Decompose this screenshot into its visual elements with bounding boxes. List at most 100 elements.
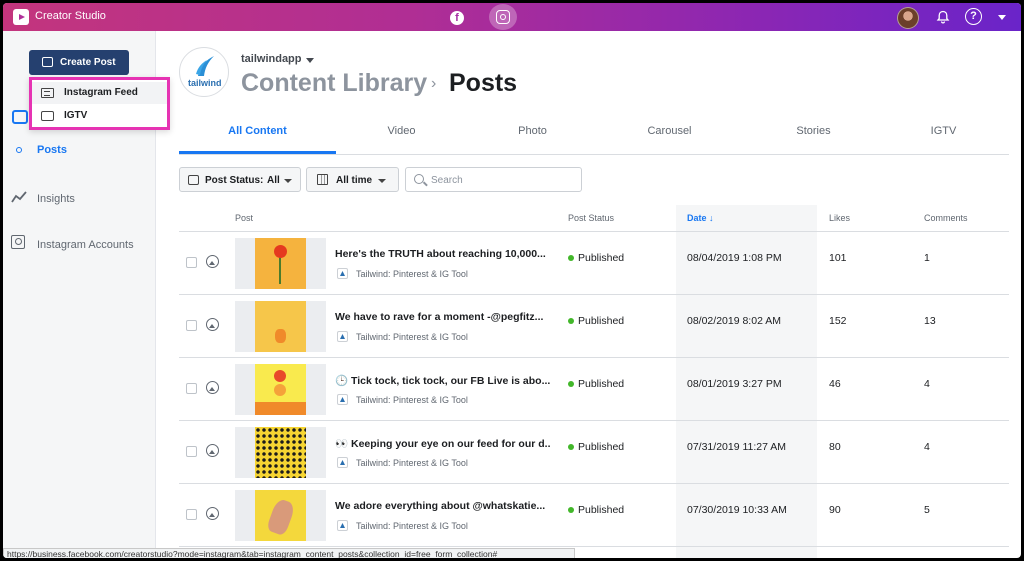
post-status: Published [578,441,625,453]
sidebar-item-posts[interactable]: Posts [3,139,156,163]
post-thumbnail[interactable] [235,427,326,478]
menu-item-instagram-feed[interactable]: Instagram Feed [32,82,167,104]
search-box [405,167,582,192]
help-icon[interactable]: ? [965,8,982,25]
filter-value: All time [336,175,373,186]
post-status: Published [578,504,625,516]
bell-icon[interactable] [936,10,950,24]
app-title: Creator Studio [35,10,106,22]
post-title[interactable]: 👀 Keeping your eye on our feed for our d… [335,437,550,450]
status-dot-icon [568,255,574,261]
post-source: Tailwind: Pinterest & IG Tool [356,395,468,405]
create-post-button[interactable]: Create Post [29,50,129,75]
post-thumbnail[interactable] [235,364,326,415]
feed-icon [41,88,54,98]
tab-igtv[interactable]: IGTV [878,125,1009,137]
photo-icon [206,318,219,331]
post-comments: 13 [924,315,936,327]
post-comments: 5 [924,504,930,516]
sidebar-item-label: Posts [37,144,67,156]
create-post-label: Create Post [60,57,116,68]
column-header-date[interactable]: Date ↓ [687,213,714,223]
creator-studio-logo-icon [13,9,29,25]
table-row[interactable]: Here's the TRUTH about reaching 10,000..… [179,232,1009,295]
avatar[interactable] [897,7,919,29]
row-checkbox[interactable] [186,383,197,394]
photo-icon [206,381,219,394]
instagram-icon [496,10,510,24]
post-source: Tailwind: Pinterest & IG Tool [356,458,468,468]
thumbnail-image [255,427,306,478]
post-date: 08/02/2019 8:02 AM [687,315,781,327]
post-status: Published [578,252,625,264]
post-date: 07/30/2019 10:33 AM [687,504,787,516]
account-switcher[interactable]: tailwindapp [241,53,302,65]
chevron-down-icon[interactable] [306,58,314,63]
post-thumbnail[interactable] [235,301,326,352]
column-header-status: Post Status [568,213,615,223]
tab-photo[interactable]: Photo [467,125,598,137]
facebook-tab[interactable]: f [446,7,468,29]
tailwind-icon [337,457,348,468]
sidebar-item-instagram-accounts[interactable]: Instagram Accounts [3,233,156,257]
tv-icon [41,111,54,121]
thumbnail-image [255,490,306,541]
active-tab-indicator [179,151,336,154]
instagram-tab[interactable] [489,4,517,30]
post-source: Tailwind: Pinterest & IG Tool [356,269,468,279]
post-thumbnail[interactable] [235,238,326,289]
create-post-menu: Instagram Feed IGTV [29,77,170,130]
post-thumbnail[interactable] [235,490,326,541]
post-title[interactable]: We adore everything about @whatskatie... [335,500,550,512]
table-row[interactable]: 🕒 Tick tock, tick tock, our FB Live is a… [179,358,1009,421]
browser-status-url: https://business.facebook.com/creatorstu… [3,548,575,558]
post-comments: 1 [924,252,930,264]
photo-icon [206,444,219,457]
post-date: 08/01/2019 3:27 PM [687,378,782,390]
status-dot-icon [568,444,574,450]
post-comments: 4 [924,441,930,453]
post-status: Published [578,315,625,327]
content-library-icon[interactable] [12,110,28,124]
table-row[interactable]: We adore everything about @whatskatie...… [179,484,1009,547]
filter-label: Post Status: [205,175,264,186]
post-comments: 4 [924,378,930,390]
brand-logo-text: tailwind [188,78,222,88]
bullet-icon [16,147,22,153]
status-filter-icon [188,175,199,185]
sidebar-item-label: Insights [37,193,75,205]
breadcrumb-separator: › [431,75,437,92]
post-source: Tailwind: Pinterest & IG Tool [356,521,468,531]
search-input[interactable] [431,172,576,188]
chevron-down-icon [378,179,386,183]
row-checkbox[interactable] [186,446,197,457]
tab-all-content[interactable]: All Content [179,125,336,137]
tailwind-bird-icon [196,56,214,76]
post-title[interactable]: Here's the TRUTH about reaching 10,000..… [335,248,550,260]
column-header-comments[interactable]: Comments [924,213,968,223]
tailwind-icon [337,520,348,531]
tab-stories[interactable]: Stories [748,125,879,137]
post-date: 07/31/2019 11:27 AM [687,441,787,453]
chevron-down-icon[interactable] [998,15,1006,20]
table-header: Post Post Status Date ↓ Likes Comments [179,205,1009,232]
menu-item-igtv[interactable]: IGTV [32,105,167,127]
post-title[interactable]: 🕒 Tick tock, tick tock, our FB Live is a… [335,374,550,387]
sidebar-item-insights[interactable]: Insights [3,187,156,211]
row-checkbox[interactable] [186,257,197,268]
table-row[interactable]: We have to rave for a moment -@pegfitz..… [179,295,1009,358]
row-checkbox[interactable] [186,509,197,520]
breadcrumb-root[interactable]: Content Library [241,69,427,98]
time-range-filter[interactable]: All time [306,167,399,192]
table-row[interactable]: 👀 Keeping your eye on our feed for our d… [179,421,1009,484]
chevron-down-icon [284,179,292,183]
column-header-post: Post [235,213,254,223]
post-status-filter[interactable]: Post Status: All [179,167,301,192]
tab-carousel[interactable]: Carousel [604,125,735,137]
post-title[interactable]: We have to rave for a moment -@pegfitz..… [335,311,550,323]
row-checkbox[interactable] [186,320,197,331]
tab-video[interactable]: Video [336,125,467,137]
accounts-icon [11,235,25,249]
column-header-likes[interactable]: Likes [829,213,850,223]
tailwind-icon [337,331,348,342]
